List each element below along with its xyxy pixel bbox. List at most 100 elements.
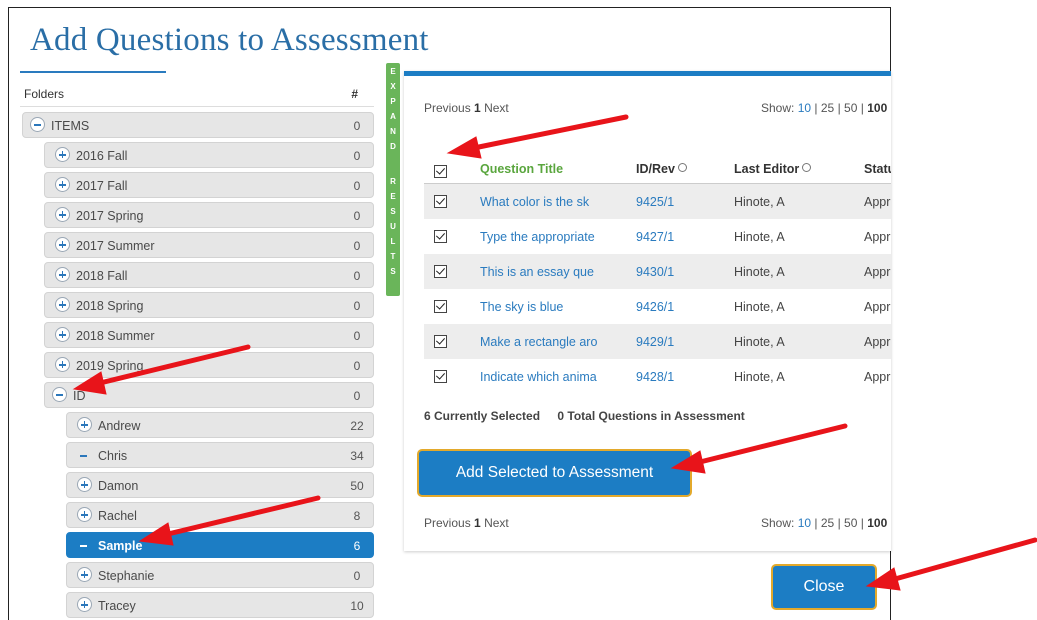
expand-icon[interactable]	[55, 357, 70, 372]
folder-row-items[interactable]: ITEMS 0	[22, 112, 374, 138]
expand-letter: S	[390, 207, 396, 216]
column-header-editor[interactable]: Last Editor	[734, 162, 812, 176]
expand-icon[interactable]	[77, 567, 92, 582]
row-checkbox[interactable]	[434, 335, 447, 348]
question-id-link[interactable]: 9430/1	[636, 265, 674, 279]
folder-row-chris[interactable]: Chris 34	[66, 442, 374, 468]
expand-icon[interactable]	[55, 327, 70, 342]
show-25-link[interactable]: 25	[821, 101, 834, 115]
show-10-link[interactable]: 10	[798, 101, 811, 115]
expand-icon[interactable]	[55, 177, 70, 192]
question-title-link[interactable]: The sky is blue	[480, 300, 563, 314]
total-count: 0 Total Questions in Assessment	[557, 409, 745, 423]
question-id-link[interactable]: 9425/1	[636, 195, 674, 209]
expand-letter: T	[390, 252, 396, 261]
question-id-link[interactable]: 9426/1	[636, 300, 674, 314]
folder-row-2018-spring[interactable]: 2018 Spring 0	[44, 292, 374, 318]
folder-row-2018-summer[interactable]: 2018 Summer 0	[44, 322, 374, 348]
expand-letter: R	[390, 177, 396, 186]
folder-count: 22	[350, 419, 364, 433]
expand-icon[interactable]	[55, 147, 70, 162]
folder-count: 0	[353, 299, 361, 313]
last-editor: Hinote, A	[734, 335, 785, 349]
row-checkbox[interactable]	[434, 370, 447, 383]
folder-label: ID	[73, 389, 86, 403]
expand-icon[interactable]	[55, 207, 70, 222]
question-title-link[interactable]: Make a rectangle aro	[480, 335, 597, 349]
page-size-selector-top: Show: 10 | 25 | 50 | 100 | 2	[761, 101, 891, 115]
folder-row-id[interactable]: ID 0	[44, 382, 374, 408]
folder-row-2017-spring[interactable]: 2017 Spring 0	[44, 202, 374, 228]
folder-row-2016-fall[interactable]: 2016 Fall 0	[44, 142, 374, 168]
folder-row-2017-fall[interactable]: 2017 Fall 0	[44, 172, 374, 198]
question-title-link[interactable]: What color is the sk	[480, 195, 589, 209]
previous-link[interactable]: Previous	[424, 516, 471, 530]
separator: |	[860, 516, 864, 530]
close-button[interactable]: Close	[771, 564, 877, 610]
folders-header-label: Folders	[24, 87, 65, 101]
folder-row-damon[interactable]: Damon 50	[66, 472, 374, 498]
question-id-link[interactable]: 9429/1	[636, 335, 674, 349]
last-editor: Hinote, A	[734, 230, 785, 244]
folder-row-2018-fall[interactable]: 2018 Fall 0	[44, 262, 374, 288]
folder-count: 0	[353, 179, 361, 193]
status-text: Appr	[864, 300, 891, 314]
column-header-id[interactable]: ID/Rev	[636, 162, 687, 176]
expand-icon[interactable]	[55, 297, 70, 312]
id-header-text: ID/Rev	[636, 162, 675, 176]
folder-count: 0	[353, 269, 361, 283]
folder-count: 8	[353, 509, 361, 523]
folder-row-rachel[interactable]: Rachel 8	[66, 502, 374, 528]
folder-row-sample[interactable]: Sample 6	[66, 532, 374, 558]
row-checkbox[interactable]	[434, 265, 447, 278]
last-editor: Hinote, A	[734, 300, 785, 314]
show-100-link[interactable]: 100	[867, 101, 887, 115]
question-title-link[interactable]: Type the appropriate	[480, 230, 595, 244]
column-header-title[interactable]: Question Title	[480, 162, 563, 176]
folder-row-2019-spring[interactable]: 2019 Spring 0	[44, 352, 374, 378]
question-id-link[interactable]: 9427/1	[636, 230, 674, 244]
show-50-link[interactable]: 50	[844, 101, 857, 115]
show-label: Show:	[761, 516, 795, 530]
sort-icon[interactable]	[677, 163, 687, 172]
row-checkbox[interactable]	[434, 195, 447, 208]
previous-link[interactable]: Previous	[424, 101, 471, 115]
expand-icon[interactable]	[77, 417, 92, 432]
row-checkbox[interactable]	[434, 300, 447, 313]
folder-label: Andrew	[98, 419, 141, 433]
separator: |	[837, 101, 841, 115]
show-10-link[interactable]: 10	[798, 516, 811, 530]
status-text: Appr	[864, 370, 891, 384]
folder-row-andrew[interactable]: Andrew 22	[66, 412, 374, 438]
add-selected-button[interactable]: Add Selected to Assessment	[417, 449, 692, 497]
expand-icon[interactable]	[55, 237, 70, 252]
collapse-icon[interactable]	[30, 117, 45, 132]
show-50-link[interactable]: 50	[844, 516, 857, 530]
expand-results-tab[interactable]: E X P A N D R E S U L T S	[386, 63, 400, 296]
question-title-link[interactable]: This is an essay que	[480, 265, 594, 279]
sort-icon[interactable]	[802, 163, 812, 172]
folder-row-2017-summer[interactable]: 2017 Summer 0	[44, 232, 374, 258]
expand-icon[interactable]	[77, 597, 92, 612]
row-checkbox[interactable]	[434, 230, 447, 243]
question-id-link[interactable]: 9428/1	[636, 370, 674, 384]
folder-row-tracey[interactable]: Tracey 10	[66, 592, 374, 618]
expand-icon[interactable]	[77, 507, 92, 522]
editor-header-text: Last Editor	[734, 162, 800, 176]
leaf-dash-icon	[80, 545, 87, 547]
question-title-link[interactable]: Indicate which anima	[480, 370, 597, 384]
show-25-link[interactable]: 25	[821, 516, 834, 530]
column-header-status[interactable]: Statu	[864, 162, 891, 176]
expand-icon[interactable]	[55, 267, 70, 282]
next-link[interactable]: Next	[484, 516, 509, 530]
folder-label: Sample	[98, 539, 143, 553]
expand-letter: S	[390, 267, 396, 276]
count-header-label: #	[351, 87, 358, 101]
show-100-link[interactable]: 100	[867, 516, 887, 530]
collapse-icon[interactable]	[52, 387, 67, 402]
table-row: The sky is blue 9426/1 Hinote, A Appr	[424, 289, 891, 324]
select-all-checkbox[interactable]	[434, 165, 447, 178]
expand-icon[interactable]	[77, 477, 92, 492]
folder-row-stephanie[interactable]: Stephanie 0	[66, 562, 374, 588]
next-link[interactable]: Next	[484, 101, 509, 115]
